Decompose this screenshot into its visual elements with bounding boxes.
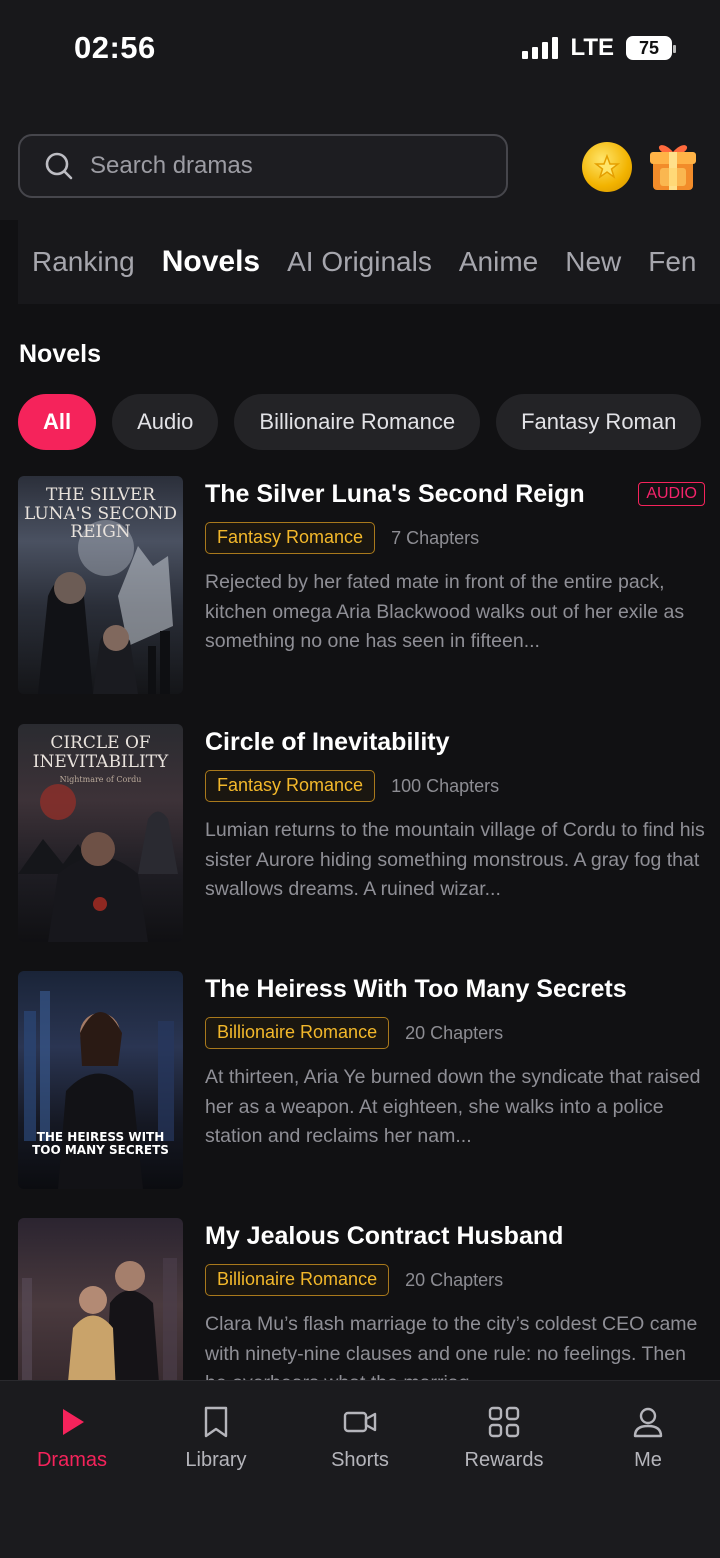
chip-fantasy-romance[interactable]: Fantasy Roman (496, 394, 702, 450)
book-title[interactable]: The Silver Luna's Second Reign (205, 476, 705, 512)
book-cover[interactable]: THE SILVER LUNA'S SECOND REIGN (18, 476, 183, 694)
category-tabs: Ranking Novels AI Originals Anime New Fe… (18, 220, 720, 304)
genre-tag: Fantasy Romance (205, 770, 376, 802)
bottom-nav: Dramas Library Shorts Rewards Me (0, 1380, 720, 1558)
book-info: The Silver Luna's Second Reign AUDIO Fan… (205, 476, 705, 657)
genre-tag: Fantasy Romance (205, 522, 376, 554)
chip-audio[interactable]: Audio (112, 394, 219, 450)
nav-dramas[interactable]: Dramas (0, 1405, 144, 1472)
book-title[interactable]: The Heiress With Too Many Secrets (205, 971, 705, 1007)
search-bar[interactable]: Search dramas (18, 134, 508, 198)
tab-ai-originals[interactable]: AI Originals (287, 246, 432, 278)
book-meta: Billionaire Romance 20 Chapters (205, 1017, 705, 1049)
status-bar: 02:56 LTE 75 (0, 0, 720, 96)
signal-icon (522, 37, 559, 59)
search-input[interactable]: Search dramas (90, 152, 253, 180)
play-icon (63, 1409, 84, 1435)
chapter-count: 20 Chapters (405, 1022, 504, 1043)
coin-icon[interactable] (582, 142, 632, 192)
book-list: THE SILVER LUNA'S SECOND REIGN The Silve… (0, 476, 720, 1380)
book-description: Clara Mu’s flash marriage to the city’s … (205, 1313, 698, 1380)
book-info: My Jealous Contract Husband Billionaire … (205, 1218, 705, 1380)
bookmark-icon (204, 1406, 228, 1438)
tab-new[interactable]: New (565, 246, 621, 278)
tab-novels[interactable]: Novels (162, 245, 260, 279)
cover-subtitle: Nightmare of Cordu (59, 775, 142, 784)
video-icon (343, 1411, 377, 1433)
nav-me[interactable]: Me (576, 1405, 720, 1472)
audio-badge: AUDIO (638, 482, 705, 506)
nav-label: Me (634, 1449, 662, 1471)
chip-all[interactable]: All (18, 394, 97, 450)
book-info: Circle of Inevitability Fantasy Romance … (205, 724, 705, 905)
status-indicators: LTE 75 (522, 34, 676, 62)
tab-fen[interactable]: Fen (648, 246, 696, 278)
user-icon (633, 1407, 663, 1438)
nav-shorts[interactable]: Shorts (288, 1405, 432, 1472)
book-meta: Billionaire Romance 20 Chapters (205, 1264, 705, 1296)
genre-tag: Billionaire Romance (205, 1264, 390, 1296)
search-icon (45, 152, 73, 180)
grid-icon (488, 1406, 520, 1438)
cover-title: THE HEIRESS WITH TOO MANY SECRETS (32, 1130, 169, 1158)
cover-title: CIRCLE OF INEVITABILITY (32, 733, 169, 772)
book-title[interactable]: My Jealous Contract Husband (205, 1218, 705, 1254)
nav-label: Dramas (36, 1449, 107, 1471)
chip-billionaire-romance[interactable]: Billionaire Romance (234, 394, 481, 450)
chapter-count: 7 Chapters (391, 527, 480, 548)
nav-label: Shorts (331, 1449, 389, 1471)
book-item[interactable]: THE HEIRESS WITH TOO MANY SECRETS The He… (0, 971, 720, 1191)
nav-label: Library (185, 1449, 247, 1471)
header: Search dramas (0, 96, 720, 220)
genre-tag: Billionaire Romance (205, 1017, 390, 1049)
book-item[interactable]: My Jealous Contract Husband Billionaire … (0, 1218, 720, 1380)
book-item[interactable]: THE SILVER LUNA'S SECOND REIGN The Silve… (0, 476, 720, 696)
battery-icon: 75 (626, 36, 676, 60)
book-cover[interactable]: THE HEIRESS WITH TOO MANY SECRETS (18, 971, 183, 1189)
cover-title: THE SILVER LUNA'S SECOND REIGN (23, 485, 178, 543)
status-time: 02:56 (74, 30, 156, 65)
book-cover[interactable]: CIRCLE OF INEVITABILITY Nightmare of Cor… (18, 724, 183, 942)
network-label: LTE (570, 34, 614, 61)
nav-rewards[interactable]: Rewards (432, 1405, 576, 1472)
chapter-count: 100 Chapters (391, 775, 500, 796)
book-description: At thirteen, Aria Ye burned down the syn… (205, 1066, 701, 1147)
nav-library[interactable]: Library (144, 1405, 288, 1472)
book-item[interactable]: CIRCLE OF INEVITABILITY Nightmare of Cor… (0, 724, 720, 944)
tab-ranking[interactable]: Ranking (32, 246, 135, 278)
book-description: Rejected by her fated mate in front of t… (205, 571, 685, 652)
nav-label: Rewards (464, 1449, 544, 1471)
tab-anime[interactable]: Anime (459, 246, 538, 278)
book-meta: Fantasy Romance 100 Chapters (205, 770, 705, 802)
section-title: Novels (19, 340, 101, 368)
gift-icon[interactable] (648, 138, 698, 192)
filter-chips: All Audio Billionaire Romance Fantasy Ro… (18, 394, 720, 452)
chapter-count: 20 Chapters (405, 1269, 504, 1290)
book-description: Lumian returns to the mountain village o… (205, 819, 705, 900)
book-cover[interactable] (18, 1218, 183, 1380)
book-title[interactable]: Circle of Inevitability (205, 724, 705, 760)
book-info: The Heiress With Too Many Secrets Billio… (205, 971, 705, 1152)
book-meta: Fantasy Romance 7 Chapters (205, 522, 705, 554)
